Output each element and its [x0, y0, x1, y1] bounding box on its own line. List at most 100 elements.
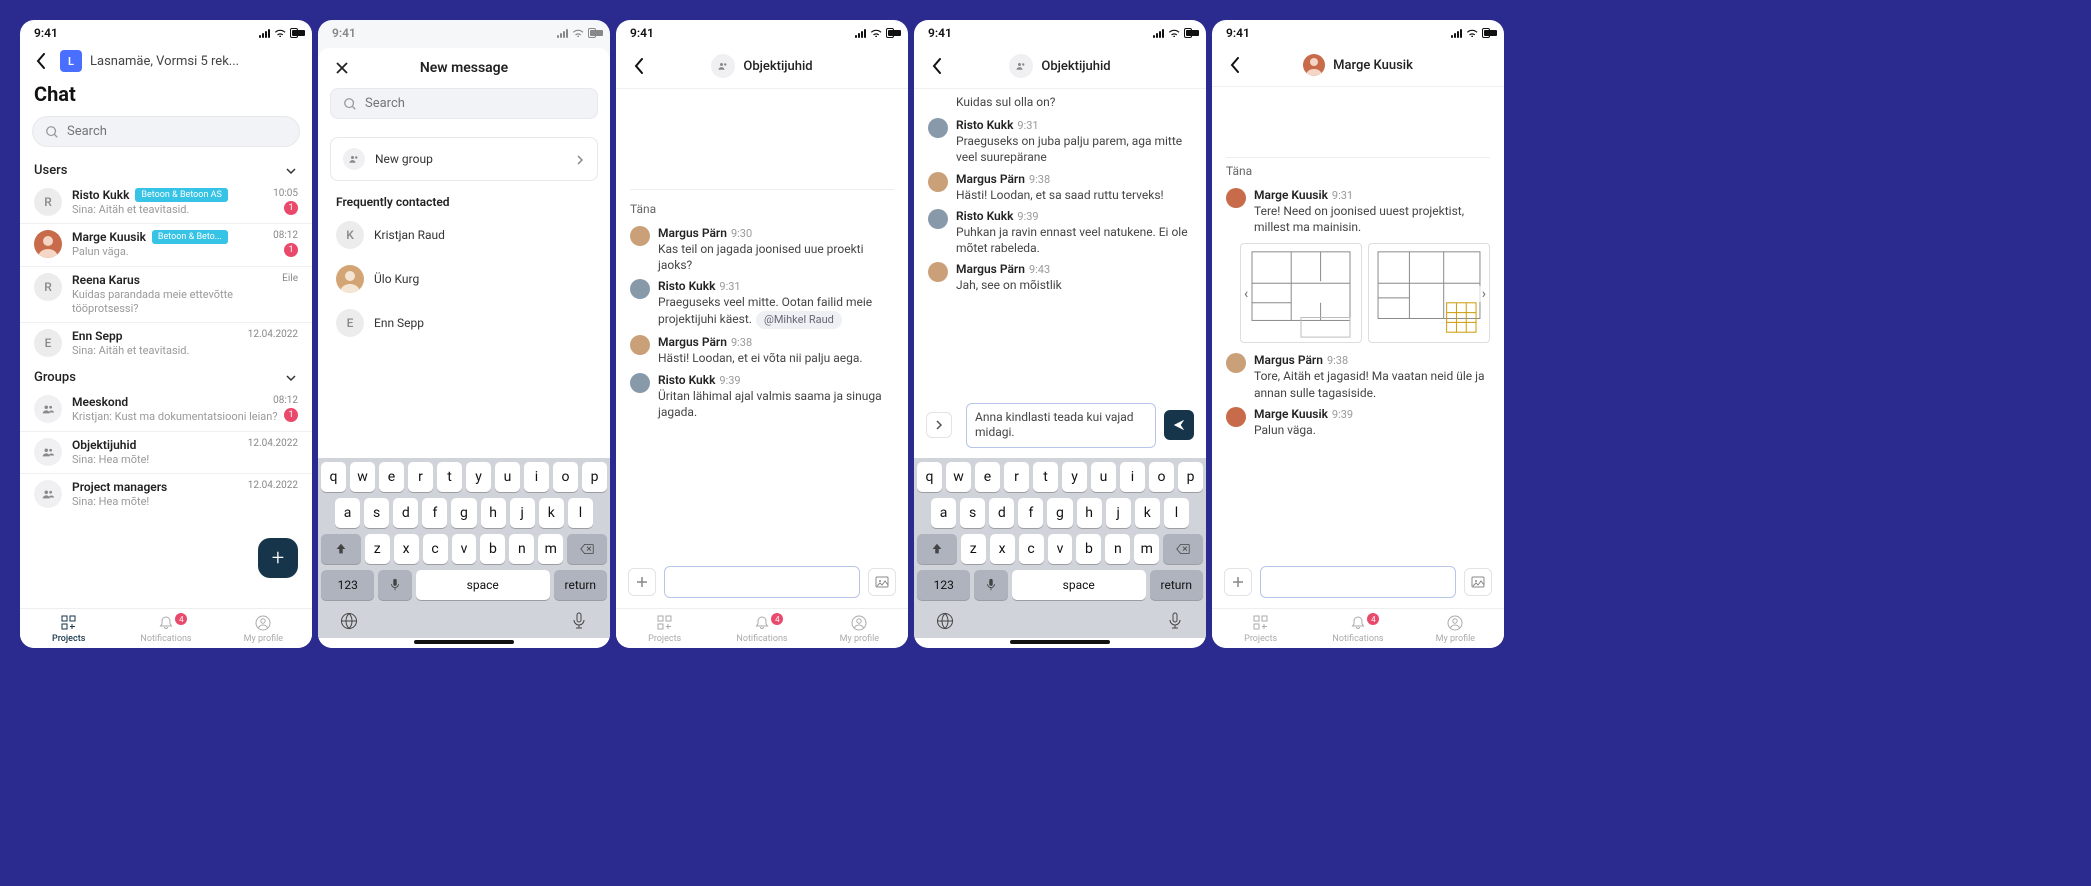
key-b[interactable]: b: [480, 534, 505, 564]
new-group-row[interactable]: New group: [330, 137, 598, 181]
mic-key[interactable]: [378, 570, 411, 600]
tab-projects[interactable]: Projects: [1212, 615, 1309, 644]
tab-myprofile[interactable]: My profile: [215, 615, 312, 644]
space-key[interactable]: space: [416, 570, 550, 600]
key-s[interactable]: s: [960, 498, 985, 528]
key-q[interactable]: q: [917, 462, 942, 492]
send-button[interactable]: [1164, 410, 1194, 440]
key-a[interactable]: a: [335, 498, 360, 528]
key-l[interactable]: l: [1164, 498, 1189, 528]
backspace-key[interactable]: [1163, 534, 1203, 564]
dictate-icon[interactable]: [1166, 612, 1184, 630]
key-x[interactable]: x: [990, 534, 1015, 564]
key-j[interactable]: j: [1106, 498, 1131, 528]
key-d[interactable]: d: [989, 498, 1014, 528]
key-p[interactable]: p: [582, 462, 607, 492]
key-x[interactable]: x: [394, 534, 419, 564]
key-m[interactable]: m: [538, 534, 563, 564]
key-f[interactable]: f: [422, 498, 447, 528]
tab-projects[interactable]: Projects: [20, 615, 117, 644]
key-r[interactable]: r: [1004, 462, 1029, 492]
dictate-icon[interactable]: [570, 612, 588, 630]
search-input[interactable]: [365, 96, 585, 111]
chat-title[interactable]: Marge Kuusik: [1224, 54, 1492, 76]
key-p[interactable]: p: [1178, 462, 1203, 492]
breadcrumb[interactable]: Lasnamäe, Vormsi 5 rek...: [90, 54, 239, 69]
expand-composer-button[interactable]: [926, 412, 952, 438]
list-item[interactable]: Objektijuhid Sina: Hea mõte! 12.04.2022: [20, 432, 312, 474]
key-o[interactable]: o: [1149, 462, 1174, 492]
back-button[interactable]: [30, 50, 52, 72]
message-input[interactable]: Anna kindlasti teada kui vajad midagi.: [966, 403, 1156, 448]
key-q[interactable]: q: [321, 462, 346, 492]
key-g[interactable]: g: [1047, 498, 1072, 528]
search-field[interactable]: [32, 116, 300, 147]
list-item[interactable]: Marge KuusikBetoon & Beto... Palun väga.…: [20, 224, 312, 266]
key-i[interactable]: i: [1120, 462, 1145, 492]
shift-key[interactable]: [321, 534, 361, 564]
key-i[interactable]: i: [524, 462, 549, 492]
contact-row[interactable]: EEnn Sepp: [318, 301, 610, 345]
image-button[interactable]: [1464, 568, 1492, 596]
globe-icon[interactable]: [936, 612, 954, 630]
tab-myprofile[interactable]: My profile: [811, 615, 908, 644]
key-r[interactable]: r: [408, 462, 433, 492]
chat-title[interactable]: Objektijuhid: [628, 54, 896, 78]
add-attachment-button[interactable]: [628, 568, 656, 596]
list-item[interactable]: Project managers Sina: Hea mõte! 12.04.2…: [20, 474, 312, 515]
blueprint-thumbnail[interactable]: [1240, 243, 1362, 343]
key-m[interactable]: m: [1134, 534, 1159, 564]
key-h[interactable]: h: [1077, 498, 1102, 528]
key-e[interactable]: e: [975, 462, 1000, 492]
key-b[interactable]: b: [1076, 534, 1101, 564]
message-input[interactable]: [664, 566, 860, 598]
key-u[interactable]: u: [1091, 462, 1116, 492]
tab-notifications[interactable]: 4Notifications: [117, 615, 214, 644]
section-groups-header[interactable]: Groups: [20, 364, 312, 389]
key-j[interactable]: j: [510, 498, 535, 528]
key-t[interactable]: t: [437, 462, 462, 492]
return-key[interactable]: return: [554, 570, 607, 600]
key-e[interactable]: e: [379, 462, 404, 492]
contact-row[interactable]: KKristjan Raud: [318, 213, 610, 257]
space-key[interactable]: space: [1012, 570, 1146, 600]
add-attachment-button[interactable]: [1224, 568, 1252, 596]
mic-key[interactable]: [974, 570, 1007, 600]
key-k[interactable]: k: [1135, 498, 1160, 528]
message-list[interactable]: Kuidas sul olla on? Risto Kukk9:31Praegu…: [914, 89, 1206, 395]
key-y[interactable]: y: [466, 462, 491, 492]
key-g[interactable]: g: [451, 498, 476, 528]
key-c[interactable]: c: [1019, 534, 1044, 564]
key-n[interactable]: n: [509, 534, 534, 564]
globe-icon[interactable]: [340, 612, 358, 630]
key-l[interactable]: l: [568, 498, 593, 528]
shift-key[interactable]: [917, 534, 957, 564]
key-a[interactable]: a: [931, 498, 956, 528]
key-d[interactable]: d: [393, 498, 418, 528]
list-item[interactable]: Meeskond Kristjan: Kust ma dokumentatsio…: [20, 389, 312, 431]
key-s[interactable]: s: [364, 498, 389, 528]
home-indicator[interactable]: [1010, 640, 1110, 644]
tab-notifications[interactable]: 4Notifications: [1309, 615, 1406, 644]
key-v[interactable]: v: [1048, 534, 1073, 564]
key-w[interactable]: w: [350, 462, 375, 492]
mention-chip[interactable]: @Mihkel Raud: [756, 311, 842, 330]
image-button[interactable]: [868, 568, 896, 596]
chat-title[interactable]: Objektijuhid: [926, 54, 1194, 78]
key-h[interactable]: h: [481, 498, 506, 528]
key-u[interactable]: u: [495, 462, 520, 492]
return-key[interactable]: return: [1150, 570, 1203, 600]
key-c[interactable]: c: [423, 534, 448, 564]
key-o[interactable]: o: [553, 462, 578, 492]
numbers-key[interactable]: 123: [917, 570, 970, 600]
numbers-key[interactable]: 123: [321, 570, 374, 600]
key-z[interactable]: z: [365, 534, 390, 564]
home-indicator[interactable]: [414, 640, 514, 644]
key-k[interactable]: k: [539, 498, 564, 528]
blueprint-thumbnail[interactable]: [1368, 243, 1490, 343]
tab-projects[interactable]: Projects: [616, 615, 713, 644]
message-list[interactable]: Täna Margus Pärn9:30Kas teil on jagada j…: [616, 89, 908, 558]
list-item[interactable]: E Enn Sepp Sina: Aitäh et teavitasid. 12…: [20, 323, 312, 364]
key-t[interactable]: t: [1033, 462, 1058, 492]
key-y[interactable]: y: [1062, 462, 1087, 492]
